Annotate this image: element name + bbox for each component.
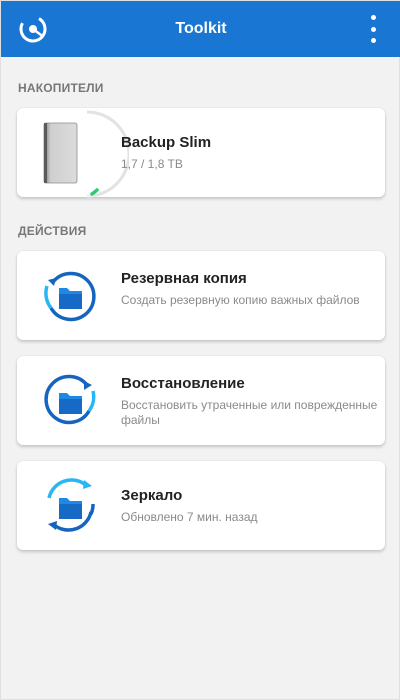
backup-description: Создать резервную копию важных файлов — [121, 293, 360, 307]
backup-title: Резервная копия — [121, 270, 247, 287]
backup-info: Резервная копия Создать резервную копию … — [121, 270, 385, 308]
restore-info: Восстановление Восстановить утраченные и… — [121, 375, 385, 428]
drive-name: Backup Slim — [121, 134, 212, 151]
drive-card-backup-slim[interactable]: Backup Slim 1,7 / 1,8 TB — [17, 108, 385, 198]
menu-dot — [370, 38, 376, 43]
drive-info: Backup Slim 1,7 / 1,8 TB — [121, 134, 385, 172]
mirror-info: Зеркало Обновлено 7 мин. назад — [121, 487, 385, 525]
backup-icon — [44, 271, 96, 322]
drive-capacity: 1,7 / 1,8 TB — [121, 157, 183, 171]
menu-dot — [370, 15, 376, 20]
app-window: Toolkit НАКОПИТЕЛИ Backup Slim 1,7 / 1,8… — [0, 0, 400, 700]
external-drive-icon — [43, 122, 78, 184]
action-card-mirror[interactable]: Зеркало Обновлено 7 мин. назад — [17, 461, 385, 550]
action-card-restore[interactable]: Восстановление Восстановить утраченные и… — [17, 356, 385, 445]
mirror-title: Зеркало — [121, 487, 183, 504]
mirror-sync-icon — [47, 478, 95, 532]
overflow-menu-icon[interactable] — [367, 15, 379, 43]
restore-title: Восстановление — [121, 375, 245, 392]
action-card-backup[interactable]: Резервная копия Создать резервную копию … — [17, 251, 385, 340]
toolkit-logo-icon[interactable] — [17, 13, 49, 45]
top-app-bar: Toolkit — [1, 1, 400, 57]
app-title: Toolkit — [175, 20, 227, 37]
restore-description: Восстановить утраченные или поврежденные… — [121, 398, 378, 427]
restore-icon — [44, 374, 96, 425]
mirror-status: Обновлено 7 мин. назад — [121, 510, 258, 524]
actions-section-title: ДЕЙСТВИЯ — [18, 224, 87, 238]
drives-section-title: НАКОПИТЕЛИ — [18, 81, 104, 95]
storage-free-marker — [90, 188, 99, 196]
menu-dot — [370, 26, 376, 32]
